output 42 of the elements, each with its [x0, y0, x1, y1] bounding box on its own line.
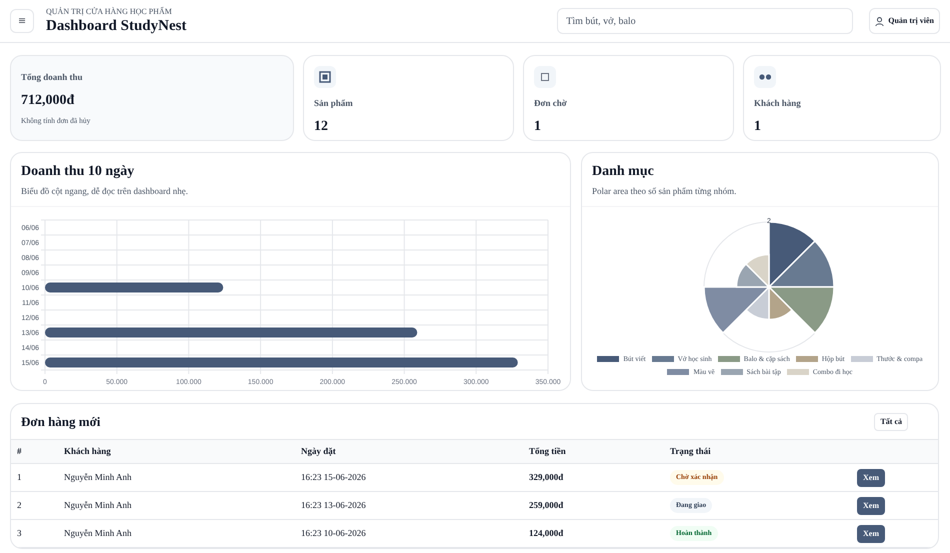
stat-value: 1 [534, 118, 541, 136]
table-cell: 124,000đ [523, 520, 664, 548]
stat-label: Tổng doanh thu [21, 71, 83, 84]
column-header: Trạng thái [664, 440, 851, 464]
table-cell: 16:23 13-06-2026 [295, 492, 523, 520]
menu-button[interactable]: ≡ [10, 9, 34, 33]
table-cell: 1 [11, 464, 58, 492]
table-cell: 16:23 10-06-2026 [295, 520, 523, 548]
stat-label: Sản phẩm [314, 97, 353, 110]
square-icon [319, 71, 331, 83]
column-header: Tổng tiền [523, 440, 664, 464]
table-cell: 16:23 15-06-2026 [295, 464, 523, 492]
view-button[interactable]: Xem [857, 496, 885, 514]
table-cell: Nguyễn Minh Anh [58, 520, 295, 548]
table-cell: 2 [11, 492, 58, 520]
card-title: Danh mục [592, 163, 655, 181]
header-subtitle: QUẢN TRỊ CỬA HÀNG HỌC PHẨM [46, 6, 173, 17]
table-cell: 3 [11, 520, 58, 548]
table-cell: Nguyễn Minh Anh [58, 464, 295, 492]
stat-value: 1 [754, 118, 761, 136]
column-header: Khách hàng [58, 440, 295, 464]
search-field[interactable]: Tìm bút, vở, balo [557, 8, 854, 34]
view-all-button[interactable]: Tất cả [874, 412, 908, 430]
stat-label: Đơn chờ [534, 97, 567, 110]
stat-label: Khách hàng [754, 97, 801, 110]
stat-value: 12 [314, 118, 328, 136]
view-button[interactable]: Xem [857, 468, 885, 486]
column-header: # [11, 440, 58, 464]
user-icon [875, 16, 884, 26]
table-cell: 329,000đ [523, 464, 664, 492]
view-button[interactable]: Xem [857, 524, 885, 542]
table-cell: 259,000đ [523, 492, 664, 520]
square-icon [539, 71, 551, 83]
card-title: Doanh thu 10 ngày [21, 163, 136, 181]
card-title: Đơn hàng mới [21, 412, 100, 431]
page-title: Dashboard StudyNest [46, 16, 186, 36]
stat-value: 712,000đ [21, 92, 74, 110]
card-subtitle: Polar area theo số sản phẩm từng nhóm. [592, 185, 738, 198]
user-button[interactable]: Quản trị viên [869, 8, 940, 34]
card-subtitle: Biểu đồ cột ngang, dễ đọc trên dashboard nhẹ. [21, 185, 189, 198]
column-header: Ngày đặt [295, 440, 523, 464]
table-cell: Nguyễn Minh Anh [58, 492, 295, 520]
